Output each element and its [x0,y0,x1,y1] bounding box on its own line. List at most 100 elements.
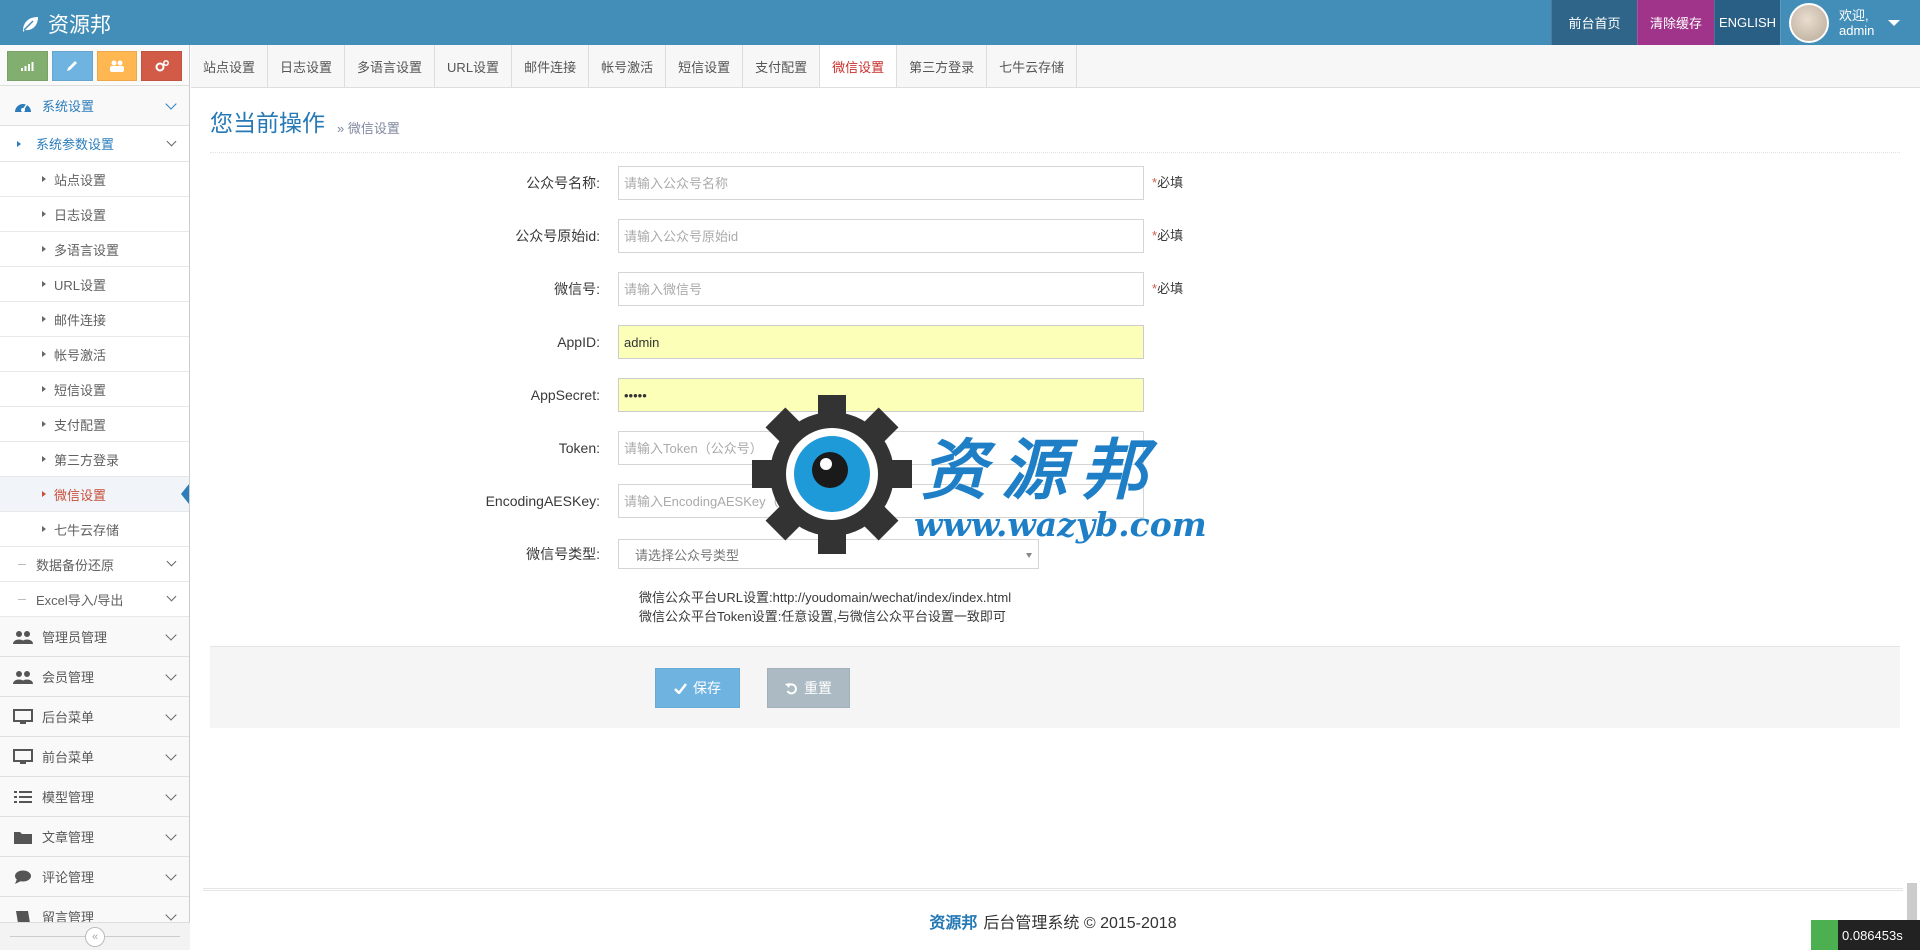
sidebar-item-comments[interactable]: 评论管理 [0,857,189,897]
chevron-down-icon [166,556,177,567]
shortcut-stats-button[interactable] [7,51,48,81]
app-id-input[interactable] [618,325,1144,359]
scrollbar[interactable] [1903,88,1920,950]
tab-url-settings[interactable]: URL设置 [435,45,513,87]
sidebar-item-backup[interactable]: 数据备份还原 [0,547,189,582]
chevron-down-icon [165,909,177,921]
shortcut-edit-button[interactable] [51,51,93,81]
watermark: 资源邦 www.wazyb.com [736,394,1207,555]
sidebar-item-articles[interactable]: 文章管理 [0,817,189,857]
tab-mail[interactable]: 邮件连接 [512,45,590,87]
shortcut-settings-button[interactable] [141,51,182,81]
tab-log-settings[interactable]: 日志设置 [268,45,346,87]
sidebar-item-url-settings[interactable]: URL设置 [0,267,189,302]
sidebar-item-sms[interactable]: 短信设置 [0,372,189,407]
wechat-id-input[interactable] [618,272,1144,306]
required-text: 必填 [1157,228,1184,243]
footer-brand: 资源邦 [929,914,978,932]
user-welcome: 欢迎, admin [1839,8,1874,38]
sidebar-item-backend-menu[interactable]: 后台菜单 [0,697,189,737]
sidebar-item-label: 评论管理 [42,870,95,885]
aes-key-label: EncodingAESKey: [485,493,600,509]
sidebar-item-qiniu[interactable]: 七牛云存储 [0,512,189,547]
sidebar-item-log-settings[interactable]: 日志设置 [0,197,189,232]
undo-icon [785,682,797,694]
chevron-down-icon [165,749,177,761]
sidebar-item-label: 文章管理 [42,830,95,845]
language-switch[interactable]: ENGLISH [1714,0,1780,45]
sidebar-item-models[interactable]: 模型管理 [0,777,189,817]
frontend-home-link[interactable]: 前台首页 [1551,0,1637,45]
chevron-down-icon [165,669,177,681]
account-type-label: 微信号类型: [526,546,600,562]
system-settings-submenu: 系统参数设置 站点设置 日志设置 多语言设置 URL设置 邮件连接 帐号激活 短… [0,126,189,617]
sidebar: 系统设置 系统参数设置 站点设置 日志设置 多语言设置 URL设置 邮件连接 帐… [0,45,190,950]
sidebar-item-site-settings[interactable]: 站点设置 [0,162,189,197]
tab-qiniu[interactable]: 七牛云存储 [987,45,1078,87]
app-root: 资源邦 前台首页 清除缓存 ENGLISH 欢迎, admin 系统设置 系统参… [0,0,1920,950]
tab-sms[interactable]: 短信设置 [666,45,744,87]
comment-icon [12,868,34,886]
sidebar-item-language-settings[interactable]: 多语言设置 [0,232,189,267]
folder-icon [12,828,34,846]
timer-icon [1811,920,1838,950]
sidebar-item-admin[interactable]: 管理员管理 [0,617,189,657]
users-icon [12,628,34,646]
chevron-down-icon [165,709,177,721]
account-name-row: 公众号名称: *必填 [400,166,1183,200]
sidebar-item-label: 数据备份还原 [36,557,115,573]
token-label: Token: [558,440,600,456]
sidebar-item-system-params[interactable]: 系统参数设置 [0,126,189,162]
tab-language-settings[interactable]: 多语言设置 [345,45,436,87]
caret-down-icon [1888,19,1901,26]
page-timer: 0.086453s [1811,920,1920,950]
tab-wechat[interactable]: 微信设置 [820,45,898,87]
reset-button[interactable]: 重置 [767,668,850,708]
save-button[interactable]: 保存 [655,668,740,708]
tab-site-settings[interactable]: 站点设置 [191,45,269,87]
tab-account-activation[interactable]: 帐号激活 [589,45,667,87]
breadcrumb: » 微信设置 [337,121,400,136]
sidebar-item-label: 前台菜单 [42,750,95,765]
chevron-down-icon [165,869,177,881]
save-label: 保存 [693,680,721,696]
double-chevron-left-icon: « [91,930,99,943]
app-id-row: AppID: [400,325,1144,359]
required-hint: *必填 [1152,281,1184,296]
check-icon [674,682,687,694]
sidebar-item-excel[interactable]: Excel导入/导出 [0,582,189,617]
settings-tabs: 站点设置 日志设置 多语言设置 URL设置 邮件连接 帐号激活 短信设置 支付配… [191,45,1920,88]
chevron-down-icon [166,591,177,602]
welcome-text: 欢迎, [1839,7,1869,23]
sidebar-item-members[interactable]: 会员管理 [0,657,189,697]
required-text: 必填 [1157,281,1184,296]
clear-cache-button[interactable]: 清除缓存 [1637,0,1714,45]
chevron-down-icon [165,829,177,841]
collapse-sidebar-button[interactable]: « [85,926,105,947]
footer: 资源邦 后台管理系统 © 2015-2018 [203,888,1903,950]
sidebar-item-frontend-menu[interactable]: 前台菜单 [0,737,189,777]
app-id-label: AppID: [557,334,600,350]
shortcut-users-button[interactable] [96,51,138,81]
cogs-icon [155,60,169,72]
sidebar-item-payment[interactable]: 支付配置 [0,407,189,442]
sidebar-item-third-party-login[interactable]: 第三方登录 [0,442,189,477]
tab-payment[interactable]: 支付配置 [743,45,821,87]
user-menu[interactable]: 欢迎, admin [1780,0,1920,45]
wechat-id-row: 微信号: *必填 [400,272,1183,306]
tab-third-party-login[interactable]: 第三方登录 [897,45,988,87]
original-id-input[interactable] [618,219,1144,253]
navbar-actions: 前台首页 清除缓存 ENGLISH 欢迎, admin [1551,0,1920,45]
sidebar-item-system-settings[interactable]: 系统设置 [0,86,189,126]
account-name-input[interactable] [618,166,1144,200]
sidebar-item-account-activation[interactable]: 帐号激活 [0,337,189,372]
username: admin [1839,22,1875,38]
users-icon [12,668,34,686]
sidebar-item-mail[interactable]: 邮件连接 [0,302,189,337]
brand-logo[interactable]: 资源邦 [20,9,111,39]
help-url: 微信公众平台URL设置:http://youdomain/wechat/inde… [639,590,1012,605]
desktop-icon [12,708,34,726]
original-id-row: 公众号原始id: *必填 [400,219,1183,253]
sidebar-item-wechat[interactable]: 微信设置 [0,477,189,512]
timer-value: 0.086453s [1838,920,1920,950]
